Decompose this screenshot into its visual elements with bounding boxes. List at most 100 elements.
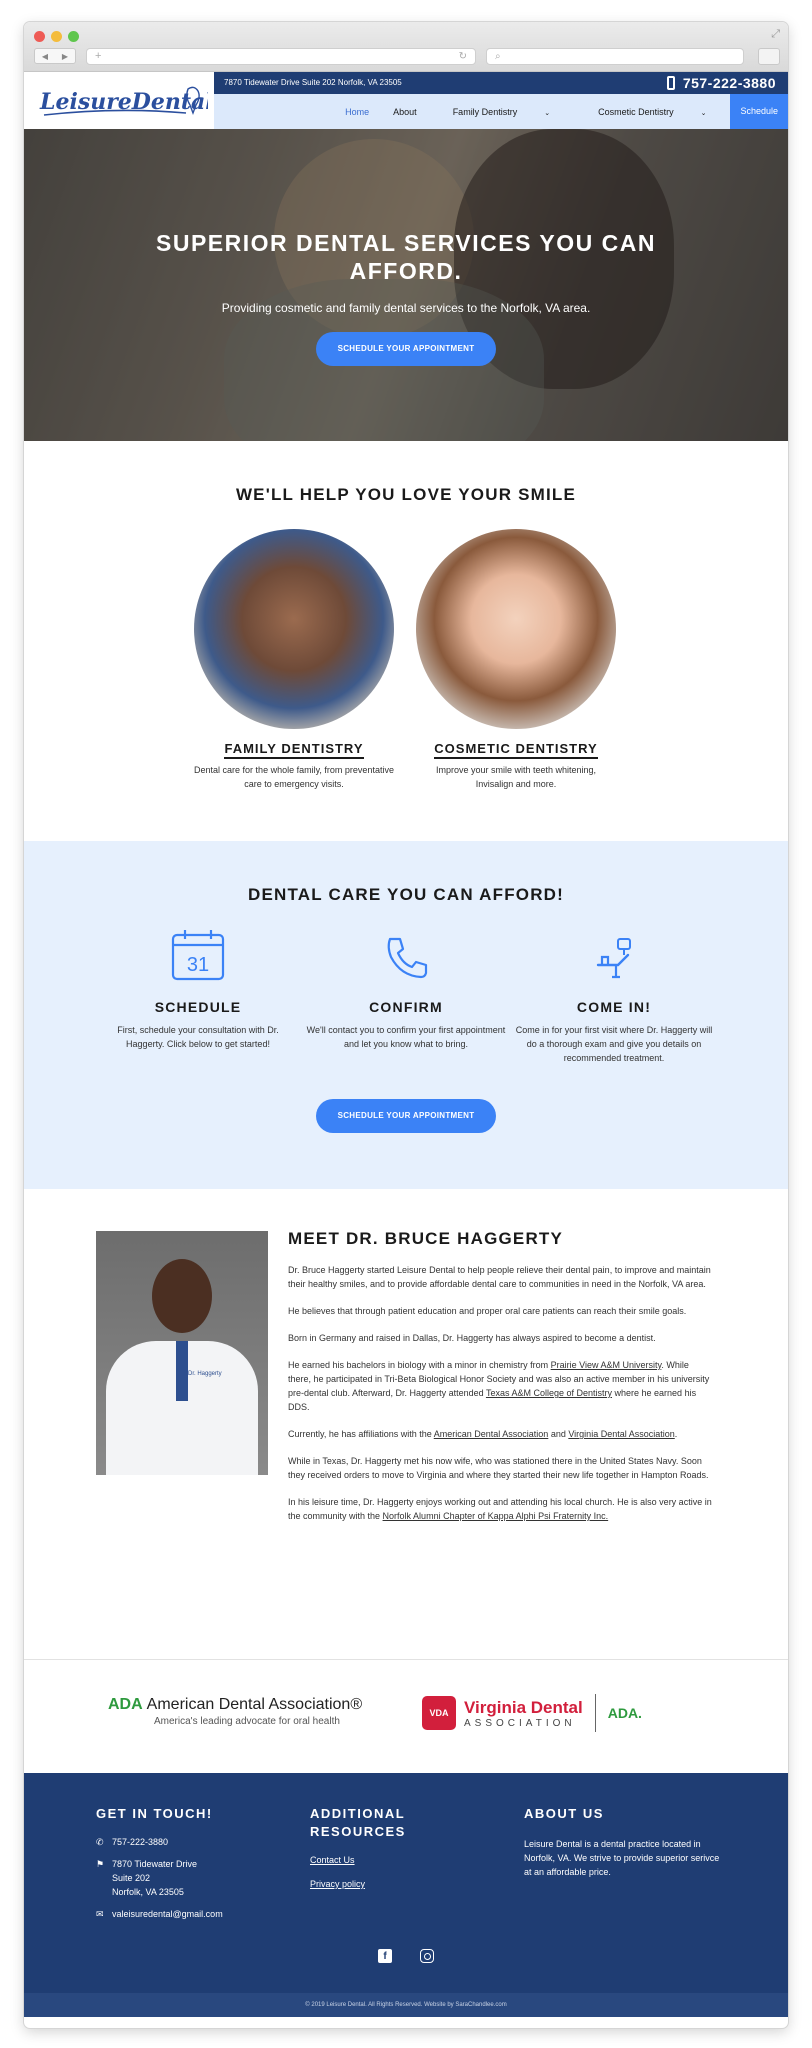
close-window-button[interactable] [34, 31, 45, 42]
nav-family-label: Family Dentistry [452, 106, 518, 117]
resources-title-line: ADDITIONAL [310, 1806, 406, 1821]
step-title: SCHEDULE [154, 999, 242, 1015]
family-photo[interactable] [194, 529, 394, 729]
site-logo[interactable]: LeisureDental [24, 72, 214, 129]
step-confirm: CONFIRM We'll contact you to confirm you… [306, 927, 506, 1051]
hero-title: SUPERIOR DENTAL SERVICES YOU CAN AFFORD. [156, 230, 656, 284]
vda-badge-icon: VDA [422, 1696, 456, 1730]
main-nav: Home About Family Dentistry ⌄ Cosmetic De… [214, 94, 788, 129]
header-phone-number[interactable]: 757-222-3880 [683, 75, 776, 91]
add-tab-icon[interactable]: + [95, 50, 101, 62]
privacy-policy-link[interactable]: Privacy policy [310, 1879, 406, 1889]
chevron-down-icon: ⌄ [544, 109, 551, 117]
minimize-window-button[interactable] [51, 31, 62, 42]
nav-family-dentistry[interactable]: Family Dentistry ⌄ [429, 107, 574, 117]
browser-window: ⤢ ◀ ▶ + ↻ ⌕ LeisureDental 7870 Tidewater… [24, 22, 788, 2028]
ada-tagline: America's leading advocate for oral heal… [154, 1716, 340, 1727]
process-title: DENTAL CARE YOU CAN AFFORD! [247, 885, 565, 904]
step-desc: First, schedule your consultation with D… [117, 1025, 279, 1049]
browser-search-input[interactable]: ⌕ [486, 48, 744, 65]
phone-icon: ✆ [96, 1837, 104, 1847]
hero-overlay [24, 129, 788, 441]
photo-shape [152, 1259, 212, 1333]
bio-text: He earned his bachelors in biology with … [288, 1360, 551, 1370]
vda-logo[interactable]: VDA Virginia Dental ASSOCIATION ADA. [422, 1694, 642, 1732]
back-icon[interactable]: ◀ [42, 52, 48, 61]
ada-name: American Dental Association® [146, 1696, 363, 1713]
coat-label: Dr. Haggerty [188, 1371, 222, 1377]
svg-text:31: 31 [187, 954, 209, 976]
kappa-alpha-psi-link[interactable]: Norfolk Alumni Chapter of Kappa Alphi Ps… [383, 1511, 609, 1521]
footer-resources-title: ADDITIONAL RESOURCES [310, 1805, 406, 1841]
family-dentistry-link[interactable]: FAMILY DENTISTRY [224, 741, 364, 759]
cosmetic-photo[interactable] [416, 529, 616, 729]
nav-about[interactable]: About [381, 107, 429, 117]
prairie-view-link[interactable]: Prairie View A&M University [551, 1360, 662, 1370]
process-section: DENTAL CARE YOU CAN AFFORD! 31 SCHEDULE … [24, 841, 788, 1189]
maximize-window-button[interactable] [68, 31, 79, 42]
bio-paragraph: Born in Germany and raised in Dallas, Dr… [288, 1333, 656, 1343]
phone-icon [666, 76, 675, 90]
address-line: 7870 Tidewater Drive [112, 1859, 198, 1869]
footer-address: ⚑ 7870 Tidewater Drive Suite 202 Norfolk, V… [96, 1857, 223, 1899]
reload-icon[interactable]: ↻ [459, 49, 467, 64]
calendar-icon-graphic: 31 [171, 930, 225, 981]
cosmetic-dentistry-desc: Improve your smile with teeth whitening,… [435, 765, 597, 789]
mail-icon: ✉ [96, 1909, 104, 1919]
forward-icon[interactable]: ▶ [62, 52, 68, 61]
footer-about-title: ABOUT US [524, 1806, 604, 1821]
address-line: Suite 202 [112, 1873, 151, 1883]
facebook-icon[interactable]: f [378, 1949, 392, 1963]
cosmetic-dentistry-title[interactable]: COSMETIC DENTISTRY [396, 741, 636, 759]
nav-cosmetic-dentistry[interactable]: Cosmetic Dentistry ⌄ [574, 107, 730, 117]
ada-small-logo: ADA. [607, 1705, 642, 1721]
dental-chair-icon [514, 927, 714, 983]
footer-phone-number[interactable]: 757-222-3880 [112, 1835, 168, 1849]
process-schedule-button[interactable]: SCHEDULE YOUR APPOINTMENT [316, 1099, 496, 1133]
footer-about: ABOUT US Leisure Dental is a dental prac… [524, 1805, 724, 1879]
footer-contact: GET IN TOUCH! ✆ 757-222-3880 ⚑ 7870 Tidewa… [96, 1805, 223, 1921]
bio-paragraph: In his leisure time, Dr. Haggerty enjoys… [288, 1495, 714, 1523]
ada-logo[interactable]: ADA American Dental Association® America'… [108, 1696, 362, 1727]
hero-subtitle: Providing cosmetic and family dental ser… [221, 301, 591, 315]
step-title: CONFIRM [369, 999, 443, 1015]
ada-link[interactable]: American Dental Association [434, 1429, 549, 1439]
phone-handset-icon [387, 937, 428, 979]
affiliations-strip: ADA American Dental Association® America'… [24, 1659, 788, 1773]
chevron-down-icon: ⌄ [700, 109, 707, 117]
doctor-photo: Dr. Haggerty [96, 1231, 268, 1475]
contact-us-link[interactable]: Contact Us [310, 1855, 406, 1865]
footer-about-text: Leisure Dental is a dental practice loca… [524, 1839, 720, 1877]
step-title: COME IN! [576, 999, 652, 1015]
step-desc: We'll contact you to confirm your first … [306, 1025, 506, 1049]
bio-text: and [548, 1429, 569, 1439]
hero-schedule-button[interactable]: SCHEDULE YOUR APPOINTMENT [316, 332, 496, 366]
browser-chrome: ⤢ ◀ ▶ + ↻ ⌕ [24, 22, 788, 72]
fullscreen-icon[interactable]: ⤢ [771, 28, 780, 41]
cosmetic-dentistry-link[interactable]: COSMETIC DENTISTRY [434, 741, 598, 759]
footer-phone[interactable]: ✆ 757-222-3880 [96, 1835, 223, 1849]
instagram-icon[interactable] [420, 1949, 434, 1963]
bio-text: . [674, 1429, 678, 1439]
header-phone[interactable]: 757-222-3880 [666, 75, 776, 91]
services-section: WE'LL HELP YOU LOVE YOUR SMILE FAMILY DE… [24, 441, 788, 841]
bio-paragraph: Dr. Bruce Haggerty started Leisure Denta… [288, 1265, 711, 1289]
calendar-icon: 31 [98, 927, 298, 983]
address-bar[interactable]: + ↻ [86, 48, 476, 65]
nav-home[interactable]: Home [333, 107, 381, 117]
doctor-title: MEET DR. BRUCE HAGGERTY [288, 1229, 564, 1248]
footer-email[interactable]: ✉ valeisuredental@gmail.com [96, 1907, 223, 1921]
bio-paragraph: Currently, he has affiliations with the … [288, 1427, 714, 1441]
dental-chair-graphic [596, 938, 631, 979]
browser-menu-button[interactable] [758, 48, 780, 65]
texas-am-link[interactable]: Texas A&M College of Dentistry [486, 1388, 612, 1398]
family-dentistry-title[interactable]: FAMILY DENTISTRY [174, 741, 414, 759]
ada-logo-name: ADA American Dental Association® [108, 1696, 362, 1714]
social-links: f [24, 1949, 788, 1963]
ada-abbr: ADA [108, 1696, 143, 1713]
logo-wordmark-icon: LeisureDental [39, 86, 208, 116]
footer-email-address[interactable]: valeisuredental@gmail.com [112, 1907, 223, 1921]
bio-paragraph: He earned his bachelors in biology with … [288, 1358, 714, 1414]
nav-schedule[interactable]: Schedule [730, 94, 788, 129]
vda-link[interactable]: Virginia Dental Association [568, 1429, 674, 1439]
